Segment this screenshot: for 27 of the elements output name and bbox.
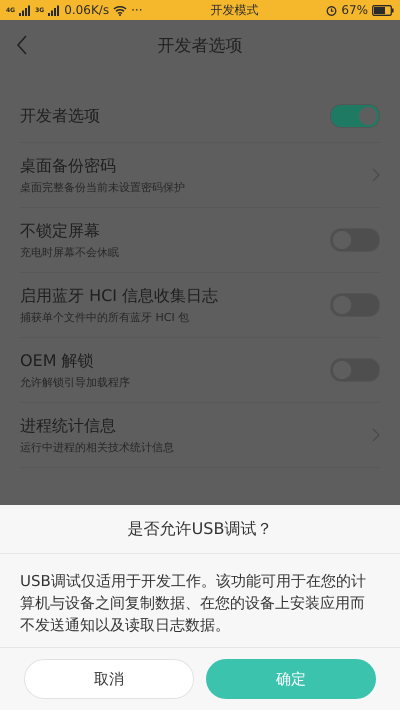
alarm-icon: [326, 4, 338, 16]
page-title: 开发者选项: [158, 34, 242, 56]
network-speed: 0.06K/s: [64, 3, 110, 17]
setting-description: 运行中进程的相关技术统计信息: [20, 440, 175, 454]
cancel-button[interactable]: 取消: [24, 659, 194, 699]
signal-icon: [19, 4, 32, 16]
setting-title[interactable]: 开发者选项: [20, 106, 330, 126]
confirm-button[interactable]: 确定: [206, 659, 376, 699]
signal-icon: [48, 4, 60, 16]
wifi-icon: [113, 4, 128, 16]
setting-title[interactable]: 不锁定屏幕: [20, 220, 330, 242]
setting-description: 允许解锁引导加载程序: [20, 374, 131, 390]
setting-title[interactable]: 桌面备份密码: [20, 156, 372, 176]
battery-percent: 67%: [341, 3, 368, 17]
setting-title[interactable]: 启用蓝牙 HCI 信息收集日志: [20, 286, 330, 306]
setting-title[interactable]: 进程统计信息: [20, 416, 372, 436]
setting-title[interactable]: OEM 解锁: [20, 350, 330, 372]
dialog-message: USB调试仅适用于开发工作。该功能可用于在您的计算机与设备之间复制数据、在您的设备上安装应用而不发送通知以及读取日志数据。: [0, 554, 400, 648]
back-icon[interactable]: [16, 35, 28, 55]
more-indicator: ···: [131, 3, 143, 17]
status-mode: 开发模式: [209, 2, 260, 18]
setting-description: 桌面完整备份当前未设置密码保护: [20, 180, 186, 194]
setting-description: 充电时屏幕不会休眠: [20, 244, 120, 260]
dialog-title: 是否允许USB调试？: [0, 505, 400, 554]
battery-icon: [372, 4, 394, 16]
toggle-switch[interactable]: [330, 104, 380, 128]
setting-description: 捕获单个文件中的所有蓝牙 HCI 包: [20, 310, 190, 324]
